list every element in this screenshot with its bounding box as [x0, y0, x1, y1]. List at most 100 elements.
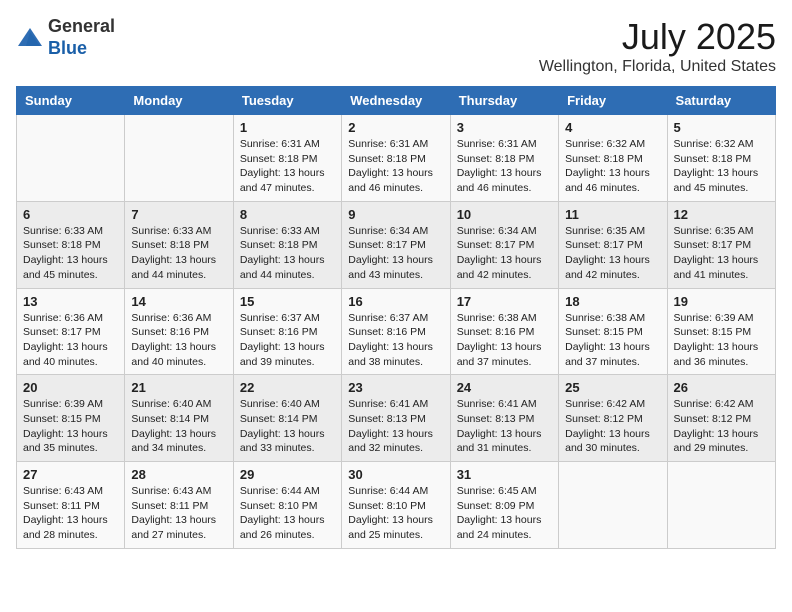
subtitle: Wellington, Florida, United States — [539, 58, 776, 76]
calendar-cell: 29 Sunrise: 6:44 AM Sunset: 8:10 PM Dayli… — [233, 462, 341, 549]
calendar-cell: 25 Sunrise: 6:42 AM Sunset: 8:12 PM Dayli… — [559, 375, 667, 462]
day-number: 29 — [240, 467, 335, 482]
day-number: 9 — [348, 207, 443, 222]
day-number: 14 — [131, 294, 226, 309]
dow-tuesday: Tuesday — [233, 87, 341, 115]
day-info: Sunrise: 6:45 AM Sunset: 8:09 PM Dayligh… — [457, 484, 552, 543]
dow-thursday: Thursday — [450, 87, 558, 115]
day-number: 23 — [348, 380, 443, 395]
day-number: 5 — [674, 120, 769, 135]
calendar-cell: 3 Sunrise: 6:31 AM Sunset: 8:18 PM Daylig… — [450, 115, 558, 202]
day-number: 15 — [240, 294, 335, 309]
calendar-cell: 14Sunrise: 6:36 AM Sunset: 8:16 PM Dayli… — [125, 288, 233, 375]
day-info: Sunrise: 6:38 AM Sunset: 8:15 PM Dayligh… — [565, 311, 660, 370]
calendar-cell: 23Sunrise: 6:41 AM Sunset: 8:13 PM Dayli… — [342, 375, 450, 462]
day-number: 20 — [23, 380, 118, 395]
week-row-4: 20 Sunrise: 6:39 AM Sunset: 8:15 PM Dayli… — [17, 375, 776, 462]
calendar-cell: 30 Sunrise: 6:44 AM Sunset: 8:10 PM Dayli… — [342, 462, 450, 549]
day-number: 26 — [674, 380, 769, 395]
day-info: Sunrise: 6:33 AM Sunset: 8:18 PM Dayligh… — [23, 224, 118, 283]
day-number: 1 — [240, 120, 335, 135]
day-info: Sunrise: 6:32 AM Sunset: 8:18 PM Dayligh… — [674, 137, 769, 196]
day-number: 18 — [565, 294, 660, 309]
dow-wednesday: Wednesday — [342, 87, 450, 115]
calendar-cell: 16 Sunrise: 6:37 AM Sunset: 8:16 PM Dayli… — [342, 288, 450, 375]
day-info: Sunrise: 6:40 AM Sunset: 8:14 PM Dayligh… — [240, 397, 335, 456]
calendar-cell: 27Sunrise: 6:43 AM Sunset: 8:11 PM Dayli… — [17, 462, 125, 549]
logo: General Blue — [16, 16, 115, 59]
calendar-cell: 22 Sunrise: 6:40 AM Sunset: 8:14 PM Dayli… — [233, 375, 341, 462]
day-number: 25 — [565, 380, 660, 395]
day-number: 17 — [457, 294, 552, 309]
day-number: 8 — [240, 207, 335, 222]
day-info: Sunrise: 6:40 AM Sunset: 8:14 PM Dayligh… — [131, 397, 226, 456]
calendar-cell: 1 Sunrise: 6:31 AM Sunset: 8:18 PM Daylig… — [233, 115, 341, 202]
day-number: 7 — [131, 207, 226, 222]
day-of-week-header: SundayMondayTuesdayWednesdayThursdayFrid… — [17, 87, 776, 115]
day-number: 2 — [348, 120, 443, 135]
logo-blue: Blue — [48, 38, 115, 60]
day-info: Sunrise: 6:42 AM Sunset: 8:12 PM Dayligh… — [565, 397, 660, 456]
day-info: Sunrise: 6:35 AM Sunset: 8:17 PM Dayligh… — [565, 224, 660, 283]
day-info: Sunrise: 6:33 AM Sunset: 8:18 PM Dayligh… — [131, 224, 226, 283]
day-info: Sunrise: 6:37 AM Sunset: 8:16 PM Dayligh… — [348, 311, 443, 370]
day-number: 13 — [23, 294, 118, 309]
calendar-cell — [125, 115, 233, 202]
calendar-body: 1 Sunrise: 6:31 AM Sunset: 8:18 PM Daylig… — [17, 115, 776, 549]
logo-general: General — [48, 16, 115, 38]
day-number: 30 — [348, 467, 443, 482]
day-number: 27 — [23, 467, 118, 482]
calendar-cell: 17Sunrise: 6:38 AM Sunset: 8:16 PM Dayli… — [450, 288, 558, 375]
calendar-cell: 7 Sunrise: 6:33 AM Sunset: 8:18 PM Daylig… — [125, 201, 233, 288]
day-info: Sunrise: 6:34 AM Sunset: 8:17 PM Dayligh… — [348, 224, 443, 283]
day-info: Sunrise: 6:43 AM Sunset: 8:11 PM Dayligh… — [131, 484, 226, 543]
calendar-cell: 20 Sunrise: 6:39 AM Sunset: 8:15 PM Dayli… — [17, 375, 125, 462]
day-number: 22 — [240, 380, 335, 395]
day-number: 11 — [565, 207, 660, 222]
calendar-cell — [17, 115, 125, 202]
day-info: Sunrise: 6:31 AM Sunset: 8:18 PM Dayligh… — [348, 137, 443, 196]
page-header: General Blue July 2025 Wellington, Flori… — [16, 16, 776, 76]
day-number: 21 — [131, 380, 226, 395]
day-number: 24 — [457, 380, 552, 395]
calendar-cell: 9 Sunrise: 6:34 AM Sunset: 8:17 PM Daylig… — [342, 201, 450, 288]
day-info: Sunrise: 6:31 AM Sunset: 8:18 PM Dayligh… — [240, 137, 335, 196]
calendar-cell: 8 Sunrise: 6:33 AM Sunset: 8:18 PM Daylig… — [233, 201, 341, 288]
day-info: Sunrise: 6:32 AM Sunset: 8:18 PM Dayligh… — [565, 137, 660, 196]
calendar-cell: 19Sunrise: 6:39 AM Sunset: 8:15 PM Dayli… — [667, 288, 775, 375]
day-number: 28 — [131, 467, 226, 482]
calendar-cell — [559, 462, 667, 549]
dow-monday: Monday — [125, 87, 233, 115]
dow-friday: Friday — [559, 87, 667, 115]
day-number: 3 — [457, 120, 552, 135]
calendar-cell: 28 Sunrise: 6:43 AM Sunset: 8:11 PM Dayli… — [125, 462, 233, 549]
logo-icon — [16, 24, 44, 52]
title-block: July 2025 Wellington, Florida, United St… — [539, 16, 776, 76]
calendar-cell: 15 Sunrise: 6:37 AM Sunset: 8:16 PM Dayli… — [233, 288, 341, 375]
calendar-cell: 12Sunrise: 6:35 AM Sunset: 8:17 PM Dayli… — [667, 201, 775, 288]
calendar-cell: 21 Sunrise: 6:40 AM Sunset: 8:14 PM Dayli… — [125, 375, 233, 462]
calendar-cell: 26Sunrise: 6:42 AM Sunset: 8:12 PM Dayli… — [667, 375, 775, 462]
calendar-cell: 4Sunrise: 6:32 AM Sunset: 8:18 PM Daylig… — [559, 115, 667, 202]
week-row-1: 1 Sunrise: 6:31 AM Sunset: 8:18 PM Daylig… — [17, 115, 776, 202]
dow-saturday: Saturday — [667, 87, 775, 115]
week-row-3: 13 Sunrise: 6:36 AM Sunset: 8:17 PM Dayli… — [17, 288, 776, 375]
calendar-cell: 6Sunrise: 6:33 AM Sunset: 8:18 PM Daylig… — [17, 201, 125, 288]
calendar-cell: 10Sunrise: 6:34 AM Sunset: 8:17 PM Dayli… — [450, 201, 558, 288]
day-info: Sunrise: 6:39 AM Sunset: 8:15 PM Dayligh… — [23, 397, 118, 456]
day-number: 16 — [348, 294, 443, 309]
day-number: 19 — [674, 294, 769, 309]
calendar-cell: 2 Sunrise: 6:31 AM Sunset: 8:18 PM Daylig… — [342, 115, 450, 202]
day-info: Sunrise: 6:37 AM Sunset: 8:16 PM Dayligh… — [240, 311, 335, 370]
day-info: Sunrise: 6:36 AM Sunset: 8:17 PM Dayligh… — [23, 311, 118, 370]
day-info: Sunrise: 6:44 AM Sunset: 8:10 PM Dayligh… — [348, 484, 443, 543]
dow-sunday: Sunday — [17, 87, 125, 115]
day-info: Sunrise: 6:33 AM Sunset: 8:18 PM Dayligh… — [240, 224, 335, 283]
day-info: Sunrise: 6:44 AM Sunset: 8:10 PM Dayligh… — [240, 484, 335, 543]
day-info: Sunrise: 6:35 AM Sunset: 8:17 PM Dayligh… — [674, 224, 769, 283]
day-info: Sunrise: 6:31 AM Sunset: 8:18 PM Dayligh… — [457, 137, 552, 196]
calendar-cell: 18 Sunrise: 6:38 AM Sunset: 8:15 PM Dayli… — [559, 288, 667, 375]
week-row-5: 27 Sunrise: 6:43 AM Sunset: 8:11 PM Dayli… — [17, 462, 776, 549]
main-title: July 2025 — [539, 16, 776, 58]
calendar-cell — [667, 462, 775, 549]
